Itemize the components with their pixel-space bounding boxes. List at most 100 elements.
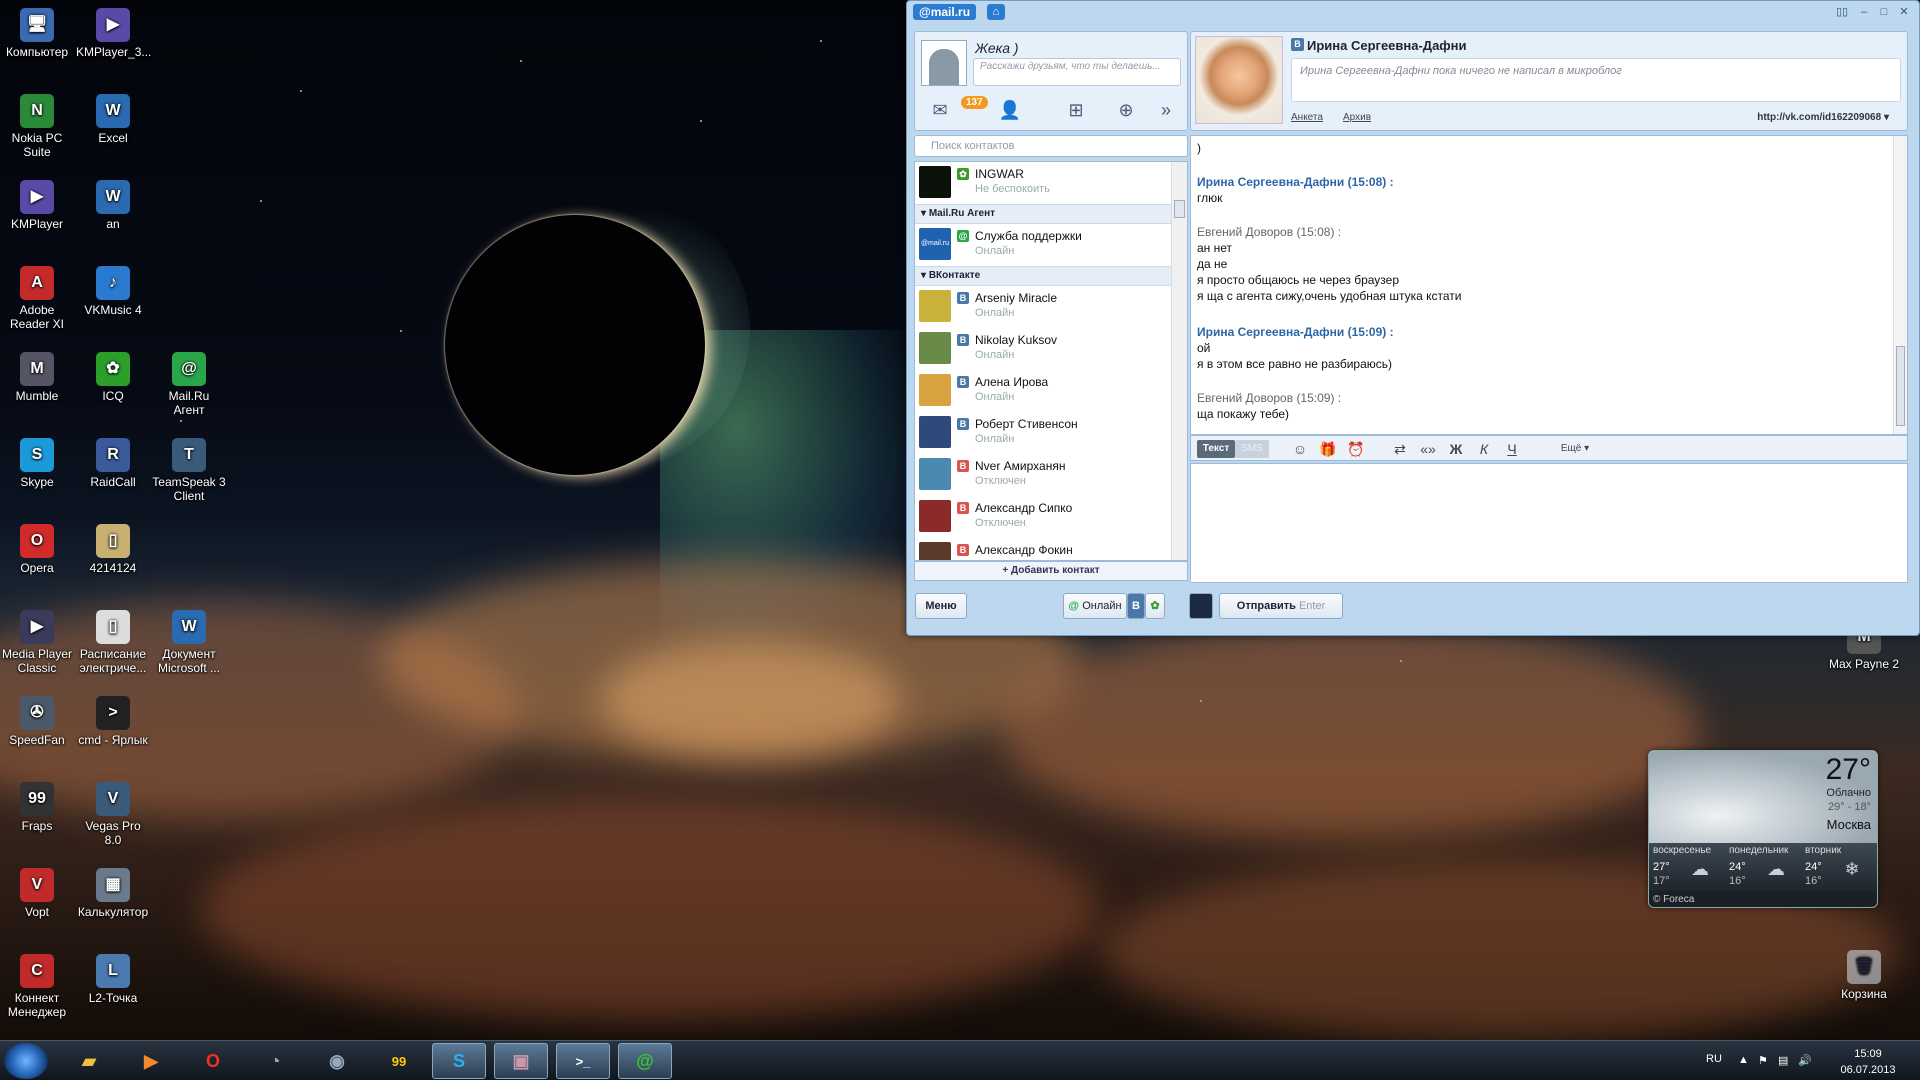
desktop-icon[interactable]: ▶ KMPlayer bbox=[0, 180, 74, 231]
tab-sms[interactable]: SMS bbox=[1235, 440, 1269, 458]
smiley-icon[interactable]: ☺ bbox=[1289, 440, 1311, 458]
speaker-icon[interactable]: 🔊 bbox=[1798, 1054, 1812, 1067]
desktop-icon[interactable]: 99 Fraps bbox=[0, 782, 74, 833]
contact-row[interactable]: В Александр Фокин bbox=[915, 538, 1171, 560]
contact-photo[interactable] bbox=[1195, 36, 1283, 124]
vk-icon: В bbox=[957, 460, 969, 472]
desktop-icon[interactable]: ▶ KMPlayer_3... bbox=[76, 8, 151, 59]
status-online-button[interactable]: @ Онлайн bbox=[1063, 593, 1127, 619]
clock[interactable]: 15:09 06.07.2013 bbox=[1840, 1046, 1896, 1078]
desktop-icon[interactable]: O Opera bbox=[0, 524, 74, 575]
alarm-icon[interactable]: ⏰ bbox=[1345, 440, 1367, 458]
contact-row[interactable]: ✿ INGWAR Не беспокоить bbox=[915, 162, 1171, 204]
underline-button[interactable]: Ч bbox=[1501, 440, 1523, 458]
desktop-icon[interactable]: ♪ VKMusic 4 bbox=[76, 266, 150, 317]
window-titlebar[interactable]: @mail.ru ⌂ ▯▯ – □ ✕ bbox=[907, 1, 1919, 23]
profile-url[interactable]: http://vk.com/id162209068 ▾ bbox=[1757, 112, 1889, 123]
message-input[interactable] bbox=[1190, 463, 1908, 583]
more-chevron-icon[interactable]: » bbox=[1151, 98, 1181, 122]
explorer-icon[interactable]: ▰ bbox=[62, 1043, 116, 1079]
game-icon[interactable]: ▣ bbox=[494, 1043, 548, 1079]
add-conference-icon[interactable]: ⊕ bbox=[1111, 98, 1141, 122]
desktop-icon[interactable]: R RaidCall bbox=[76, 438, 150, 489]
contact-row[interactable]: В Роберт Стивенсон Онлайн bbox=[915, 412, 1171, 454]
desktop-icon[interactable]: L L2-Точка bbox=[76, 954, 150, 1005]
vk-status-icon[interactable]: В bbox=[1127, 593, 1145, 619]
home-icon[interactable]: ⌂ bbox=[987, 4, 1005, 20]
desktop-icon[interactable]: ▯ 4214124 bbox=[76, 524, 150, 575]
message-scrollbar[interactable] bbox=[1893, 136, 1907, 434]
minimize-button[interactable]: – bbox=[1857, 6, 1871, 18]
icq-status-icon[interactable]: ✿ bbox=[1145, 593, 1165, 619]
opera-icon[interactable]: O bbox=[186, 1043, 240, 1079]
profile-name[interactable]: Жека ) bbox=[975, 40, 1019, 56]
add-group-icon[interactable]: ⊞ bbox=[1061, 98, 1091, 122]
contact-row[interactable]: В Nver Амирханян Отключен bbox=[915, 454, 1171, 496]
desktop-icon[interactable]: ✇ SpeedFan bbox=[0, 696, 74, 747]
teamspeak-icon[interactable]: ◔ bbox=[248, 1043, 302, 1079]
translit-icon[interactable]: ⇄ bbox=[1389, 440, 1411, 458]
avatar[interactable] bbox=[921, 40, 967, 86]
desktop-icon[interactable]: Wan bbox=[76, 180, 150, 231]
weather-widget[interactable]: 27° Облачно 29° - 18° Москва воскресенье… bbox=[1648, 750, 1878, 908]
desktop-icon[interactable]: T TeamSpeak 3 Client bbox=[152, 438, 226, 503]
desktop-icon[interactable]: ▶ Media Player Classic bbox=[0, 610, 74, 675]
desktop-icon[interactable]: S Skype bbox=[0, 438, 74, 489]
media-player-icon[interactable]: ▶ bbox=[124, 1043, 178, 1079]
contact-list-scrollbar[interactable] bbox=[1171, 162, 1187, 560]
desktop-icon[interactable]: V Vegas Pro 8.0 bbox=[76, 782, 150, 847]
desktop-icon[interactable]: M Mumble bbox=[0, 352, 74, 403]
desktop-icon-label: Vegas Pro 8.0 bbox=[85, 819, 141, 847]
close-button[interactable]: ✕ bbox=[1897, 6, 1911, 18]
desktop-icon-recycle-bin[interactable]: 🗑 Корзина bbox=[1822, 950, 1906, 1001]
search-input[interactable]: Поиск контактов bbox=[914, 135, 1188, 157]
bold-button[interactable]: Ж bbox=[1445, 440, 1467, 458]
send-button[interactable]: Отправить Enter bbox=[1219, 593, 1343, 619]
gift-icon[interactable]: 🎁 bbox=[1317, 440, 1339, 458]
tab-text[interactable]: Текст bbox=[1197, 440, 1235, 458]
contact-row[interactable]: В Nikolay Kuksov Онлайн bbox=[915, 328, 1171, 370]
flag-icon[interactable]: ⚑ bbox=[1758, 1054, 1768, 1067]
archive-link[interactable]: Архив bbox=[1343, 112, 1371, 123]
start-button[interactable] bbox=[4, 1043, 48, 1079]
fraps-icon[interactable]: 99 bbox=[372, 1043, 426, 1079]
tray-expand-icon[interactable]: ▲ bbox=[1738, 1054, 1749, 1066]
desktop-icon[interactable]: > cmd - Ярлык bbox=[76, 696, 150, 747]
desktop-icon[interactable]: C Коннект Менеджер bbox=[0, 954, 74, 1019]
desktop-icon[interactable]: N Nokia PC Suite bbox=[0, 94, 74, 159]
desktop-icon[interactable]: V Vopt bbox=[0, 868, 74, 919]
add-contact-button[interactable]: + Добавить контакт bbox=[914, 561, 1188, 581]
cmd-icon[interactable]: >_ bbox=[556, 1043, 610, 1079]
my-avatar-button[interactable] bbox=[1189, 593, 1213, 619]
maximize-button[interactable]: □ bbox=[1877, 6, 1891, 18]
contact-row[interactable]: В Алена Ирова Онлайн bbox=[915, 370, 1171, 412]
layout-icon[interactable]: ▯▯ bbox=[1835, 6, 1849, 18]
raidcall-icon[interactable]: ◉ bbox=[310, 1043, 364, 1079]
network-icon[interactable]: ▤ bbox=[1778, 1054, 1788, 1067]
mail-agent-taskbar-icon[interactable]: @ bbox=[618, 1043, 672, 1079]
quote-icon[interactable]: «» bbox=[1417, 440, 1439, 458]
user-status-icon[interactable]: 👤 bbox=[995, 98, 1025, 122]
group-header[interactable]: ▾ Mail.Ru Агент bbox=[915, 204, 1171, 224]
status-input[interactable]: Расскажи друзьям, что ты делаешь... bbox=[973, 58, 1181, 86]
mail-agent-window[interactable]: @mail.ru ⌂ ▯▯ – □ ✕ Жека ) Расскажи друз… bbox=[906, 0, 1920, 636]
profile-link[interactable]: Анкета bbox=[1291, 112, 1323, 123]
menu-button[interactable]: Меню bbox=[915, 593, 967, 619]
desktop-icon[interactable]: @ Mail.Ru Агент bbox=[152, 352, 226, 417]
more-button[interactable]: Ещё ▾ bbox=[1553, 440, 1597, 458]
skype-icon[interactable]: S bbox=[432, 1043, 486, 1079]
desktop-icon[interactable]: ▦ Калькулятор bbox=[76, 868, 150, 919]
desktop-icon[interactable]: 🖥 Компьютер bbox=[0, 8, 74, 59]
language-indicator[interactable]: RU bbox=[1706, 1053, 1722, 1065]
contact-row[interactable]: В Arseniy Miracle Онлайн bbox=[915, 286, 1171, 328]
desktop-icon[interactable]: ✿ ICQ bbox=[76, 352, 150, 403]
contact-row[interactable]: В Александр Сипко Отключен bbox=[915, 496, 1171, 538]
mail-icon[interactable]: ✉ bbox=[925, 98, 955, 122]
italic-button[interactable]: К bbox=[1473, 440, 1495, 458]
contact-row[interactable]: @mail.ru @ Служба поддержки Онлайн bbox=[915, 224, 1171, 266]
desktop-icon[interactable]: W Excel bbox=[76, 94, 150, 145]
desktop-icon[interactable]: ▯ Расписание электриче... bbox=[76, 610, 150, 675]
group-header[interactable]: ▾ ВКонтакте bbox=[915, 266, 1171, 286]
desktop-icon[interactable]: W Документ Microsoft ... bbox=[152, 610, 226, 675]
desktop-icon[interactable]: A Adobe Reader XI bbox=[0, 266, 74, 331]
